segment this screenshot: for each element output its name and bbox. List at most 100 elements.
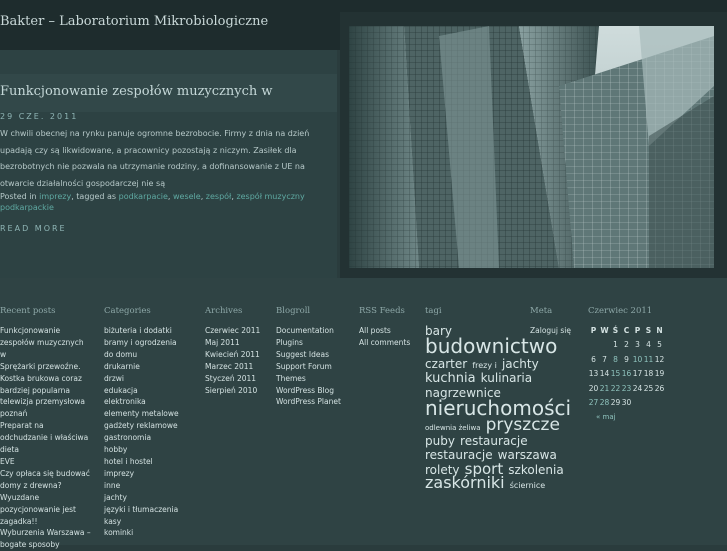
blogroll-link[interactable]: Documentation xyxy=(276,325,341,337)
category-link[interactable]: hobby xyxy=(104,444,179,456)
calendar-prev-link[interactable]: « maj xyxy=(588,413,665,421)
category-link[interactable]: jachty xyxy=(104,492,179,504)
tag-cloud-link[interactable]: jachty xyxy=(502,357,539,371)
read-more-link[interactable]: READ MORE xyxy=(0,224,67,233)
tag-link[interactable]: podkarpacie xyxy=(119,192,168,201)
tag-cloud-link[interactable]: ściernice xyxy=(510,481,545,490)
tag-cloud-link[interactable]: warszawa xyxy=(498,448,557,462)
calendar-day: 14 xyxy=(599,369,610,379)
calendar: PWŚCPSN 1 2 3 4 5 6 7 8 9 10 11 12 13 14 15 16 17 18 19 20 2… xyxy=(588,323,665,421)
calendar-day xyxy=(654,396,665,411)
tag-cloud-link[interactable]: zaskórniki xyxy=(425,473,505,492)
site-title[interactable]: Bakter – Laboratorium Mikrobiologiczne xyxy=(0,14,268,29)
category-link[interactable]: imprezy xyxy=(39,192,71,201)
recent-post-link[interactable]: telewizja przemysłowa poznań xyxy=(0,396,92,420)
category-link[interactable]: języki i tłumaczenia xyxy=(104,504,179,516)
category-link[interactable]: elektronika xyxy=(104,396,179,408)
recent-post-link[interactable]: EVE xyxy=(0,456,92,468)
calendar-day: 29 xyxy=(610,398,621,408)
calendar-day: 5 xyxy=(657,340,662,350)
tag-cloud-link[interactable]: puby xyxy=(425,434,455,448)
calendar-day[interactable]: 15 xyxy=(610,367,621,382)
calendar-day: 3 xyxy=(635,340,640,350)
archive-link[interactable]: Kwiecień 2011 xyxy=(205,349,260,361)
calendar-weekday: C xyxy=(623,325,630,335)
recent-post-link[interactable]: Czy opłaca się budować domy z drewna? xyxy=(0,468,92,492)
tag-link[interactable]: wesele xyxy=(173,192,201,201)
tag-cloud-link[interactable]: pryszcze xyxy=(486,415,560,435)
category-link[interactable]: hotel i hostel xyxy=(104,456,179,468)
calendar-day: 13 xyxy=(588,369,599,379)
category-link[interactable]: bramy i ogrodzenia xyxy=(104,337,179,349)
recent-post-link[interactable]: Preparat na odchudzanie i właściwa dieta xyxy=(0,420,92,456)
category-link[interactable]: gadżety reklamowe xyxy=(104,420,179,432)
category-link[interactable]: kominki xyxy=(104,527,179,539)
calendar-day: 25 xyxy=(643,383,654,393)
tag-cloud-link[interactable]: szkolenia xyxy=(508,463,563,477)
recent-post-link[interactable]: Wyburzenia Warszawa – bogate sposoby xyxy=(0,527,92,551)
blogroll-link[interactable]: WordPress Blog xyxy=(276,385,341,397)
calendar-weekday: P xyxy=(590,325,597,335)
calendar-day: 26 xyxy=(654,383,665,393)
calendar-day[interactable]: 8 xyxy=(610,352,621,367)
recent-post-link[interactable]: Kostka brukowa coraz bardziej popularna xyxy=(0,373,92,397)
calendar-weekday: N xyxy=(656,325,663,335)
calendar-day[interactable]: 22 xyxy=(610,381,621,396)
category-link[interactable]: drzwi xyxy=(104,373,179,385)
calendar-day[interactable]: 23 xyxy=(621,381,632,396)
tag-cloud-link[interactable]: budownictwo xyxy=(425,334,557,358)
archive-link[interactable]: Sierpień 2010 xyxy=(205,385,260,397)
post-meta: Posted in imprezy, tagged as podkarpacie… xyxy=(0,192,305,212)
category-link[interactable]: gastronomia xyxy=(104,432,179,444)
calendar-day: 7 xyxy=(602,354,607,364)
category-link[interactable]: elementy metalowe xyxy=(104,408,179,420)
tags-heading: tagi xyxy=(425,306,442,316)
blogroll-link[interactable]: WordPress Planet xyxy=(276,396,341,408)
calendar-day: 30 xyxy=(621,398,632,408)
rss-link[interactable]: All comments xyxy=(359,337,410,349)
recent-post-link[interactable]: Funkcjonowanie zespołów muzycznych w xyxy=(0,325,92,361)
category-link[interactable]: drukarnie xyxy=(104,361,179,373)
calendar-day: 17 xyxy=(632,369,643,379)
skyscraper-image xyxy=(349,26,714,268)
blogroll-link[interactable]: Plugins xyxy=(276,337,341,349)
calendar-day[interactable]: 16 xyxy=(621,367,632,382)
rss-heading: RSS Feeds xyxy=(359,306,405,316)
calendar-day xyxy=(643,396,654,411)
calendar-day: 2 xyxy=(624,340,629,350)
archive-link[interactable]: Maj 2011 xyxy=(205,337,260,349)
post-title[interactable]: Funkcjonowanie zespołów muzycznych w xyxy=(0,84,273,99)
blogroll-link[interactable]: Suggest Ideas xyxy=(276,349,341,361)
category-link[interactable]: do domu xyxy=(104,349,179,361)
rss-link[interactable]: All posts xyxy=(359,325,410,337)
category-link[interactable]: edukacja xyxy=(104,385,179,397)
archive-link[interactable]: Styczeń 2011 xyxy=(205,373,260,385)
tag-cloud-link[interactable]: restauracje xyxy=(460,434,528,448)
calendar-day[interactable]: 10 xyxy=(632,352,643,367)
calendar-day[interactable]: 11 xyxy=(643,352,654,367)
category-link[interactable]: inne xyxy=(104,480,179,492)
calendar-day: 9 xyxy=(624,354,629,364)
recent-post-link[interactable]: Wyuzdane pozycjonowanie jest zagadka!! xyxy=(0,492,92,528)
post-date: 29 CZE. 2011 xyxy=(0,112,79,121)
posted-in-label: Posted in xyxy=(0,192,37,201)
category-link[interactable]: biżuteria i dodatki xyxy=(104,325,179,337)
tag-cloud-link[interactable]: czarter xyxy=(425,357,467,371)
calendar-day[interactable]: 21 xyxy=(599,381,610,396)
tag-cloud-link[interactable]: frezy i xyxy=(472,361,497,370)
archive-link[interactable]: Czerwiec 2011 xyxy=(205,325,260,337)
category-link[interactable]: kasy xyxy=(104,516,179,528)
blogroll-link[interactable]: Support Forum xyxy=(276,361,341,373)
category-link[interactable]: imprezy xyxy=(104,468,179,480)
recent-post-link[interactable]: Sprężarki przewoźne. xyxy=(0,361,92,373)
calendar-day[interactable]: 27 xyxy=(588,396,599,411)
calendar-day xyxy=(599,338,610,353)
blogroll-link[interactable]: Themes xyxy=(276,373,341,385)
tag-cloud-link[interactable]: kuchnia xyxy=(425,371,476,386)
tag-cloud-link[interactable]: kulinaria xyxy=(481,371,532,385)
archive-link[interactable]: Marzec 2011 xyxy=(205,361,260,373)
calendar-day[interactable]: 28 xyxy=(599,396,610,411)
calendar-day: 6 xyxy=(591,354,596,364)
tag-cloud-link[interactable]: odlewnia żeliwa xyxy=(425,424,480,432)
tag-link[interactable]: zespół xyxy=(206,192,232,201)
